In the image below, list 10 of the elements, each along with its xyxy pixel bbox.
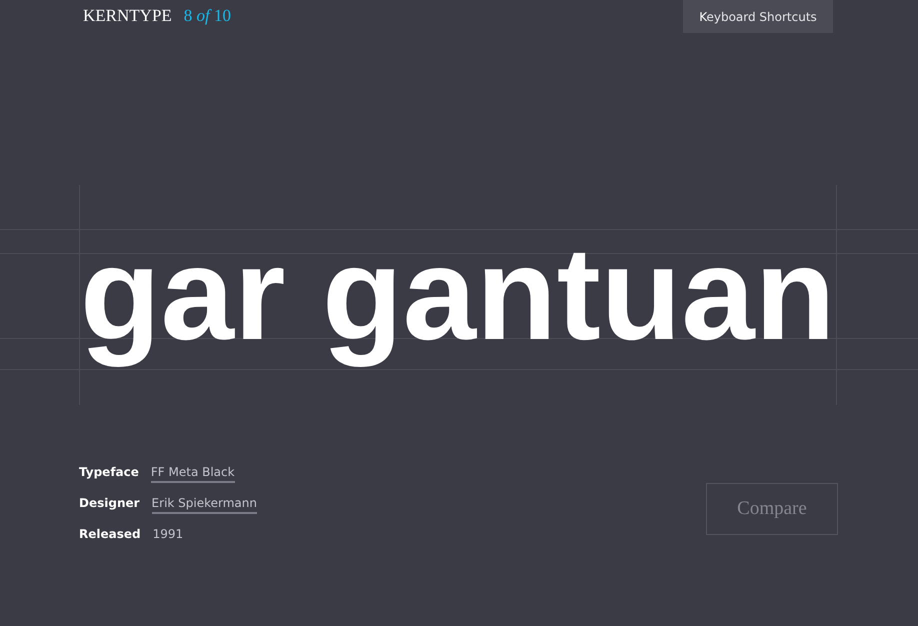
detail-link[interactable]: FF Meta Black: [150, 463, 235, 483]
detail-link[interactable]: Erik Spiekermann: [152, 494, 257, 514]
detail-label: Released: [79, 526, 141, 543]
detail-label: Typeface: [79, 464, 139, 481]
detail-value: 1991: [152, 526, 184, 543]
specimen-word: gar gantuan: [79, 219, 836, 369]
app-title: KERNTYPE: [83, 6, 172, 26]
keyboard-shortcuts-button[interactable]: Keyboard Shortcuts: [683, 0, 833, 33]
detail-label: Designer: [79, 495, 140, 512]
progress-counter: 8 of 10: [184, 6, 232, 26]
